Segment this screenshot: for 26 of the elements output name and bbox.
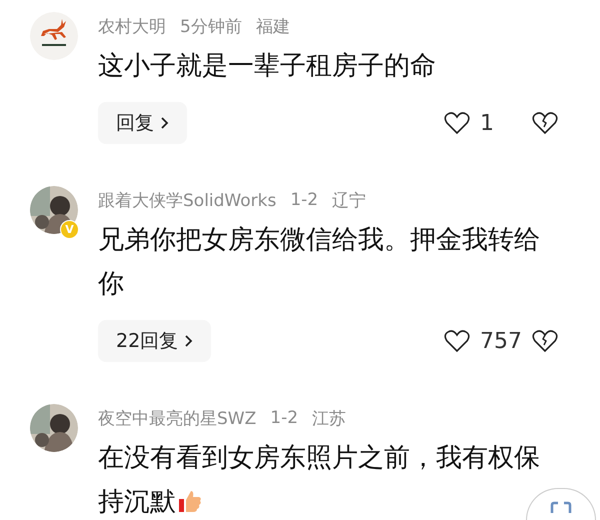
comment-region: 江苏 — [312, 408, 346, 430]
comment-text: 在没有看到女房东照片之前，我有权保持沉默 — [98, 442, 541, 519]
comment-time: 1-2 — [270, 408, 298, 428]
chevron-icon — [160, 116, 169, 130]
like-count: 1 — [480, 110, 495, 136]
comment-text: 这小子就是一辈子租房子的命 — [98, 50, 437, 83]
author-name[interactable]: 农村大明 — [98, 14, 166, 38]
like-count: 757 — [480, 328, 523, 354]
reply-button[interactable]: 回复 — [98, 102, 187, 144]
broken-heart-icon[interactable] — [532, 111, 558, 135]
comment-time: 5分钟前 — [180, 16, 242, 38]
comment-region: 辽宁 — [332, 190, 366, 212]
heart-icon[interactable] — [444, 329, 470, 353]
chevron-icon — [184, 334, 194, 348]
author-name[interactable]: 跟着大侠学SolidWorks — [98, 188, 276, 212]
verified-badge: V — [60, 220, 79, 239]
thumbs-up-icon — [178, 489, 202, 513]
broken-heart-icon[interactable] — [532, 329, 558, 353]
heart-icon[interactable] — [444, 111, 470, 135]
author-name[interactable]: 夜空中最亮的星SWZ — [98, 406, 256, 430]
comment-text: 兄弟你把女房东微信给我。押金我转给你 — [98, 224, 541, 301]
deer-logo-icon[interactable] — [30, 12, 78, 60]
reply-button[interactable]: 22回复 — [98, 320, 212, 362]
comment-region: 福建 — [256, 16, 290, 38]
scan-icon — [550, 501, 572, 515]
comment-time: 1-2 — [290, 190, 318, 210]
